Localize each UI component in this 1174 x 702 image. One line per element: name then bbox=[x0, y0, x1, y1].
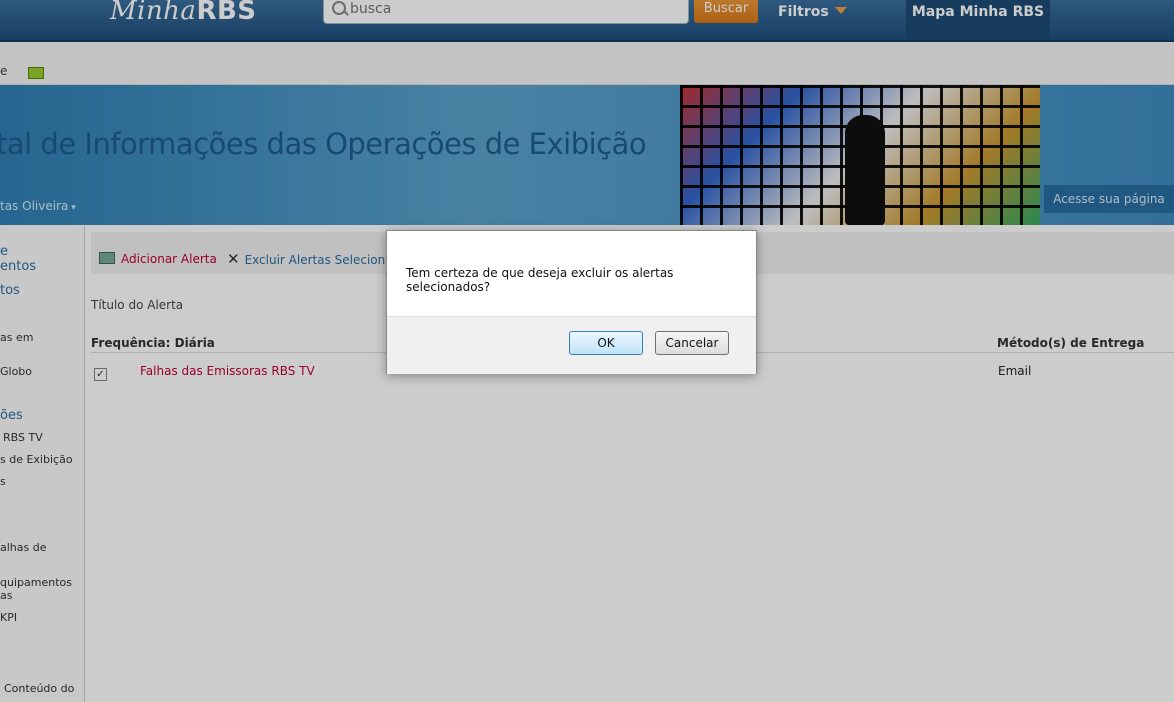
confirm-dialog: Tem certeza de que deseja excluir os ale… bbox=[386, 230, 757, 374]
confirm-message: Tem certeza de que deseja excluir os ale… bbox=[406, 266, 674, 294]
ok-button[interactable]: OK bbox=[569, 331, 643, 355]
cancel-button[interactable]: Cancelar bbox=[655, 331, 729, 355]
dialog-footer: OK Cancelar bbox=[387, 316, 756, 374]
